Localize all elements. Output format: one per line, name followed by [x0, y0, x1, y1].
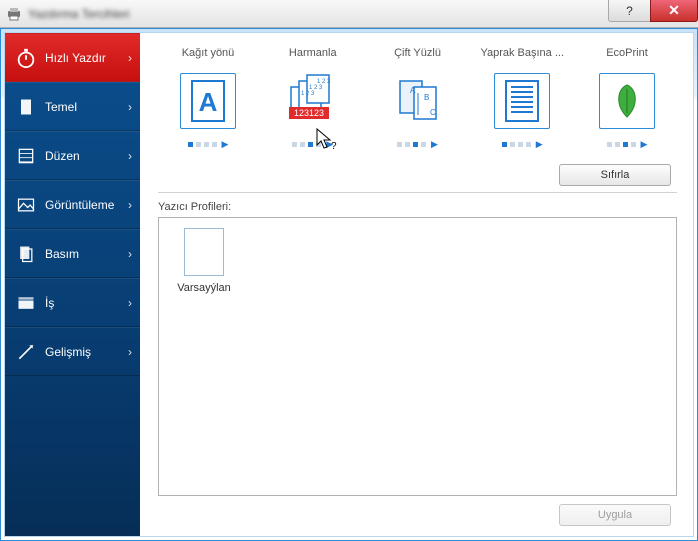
option-label: EcoPrint: [606, 47, 648, 65]
profile-item-default[interactable]: Varsayýlan: [169, 228, 239, 294]
reset-button[interactable]: Sıfırla: [559, 164, 671, 186]
divider: [158, 192, 677, 193]
option-dots: ▶: [397, 139, 438, 150]
option-label: Yaprak Başına ...: [480, 47, 564, 65]
svg-text:B: B: [424, 93, 429, 102]
sidebar-item-basic[interactable]: Temel ›: [5, 82, 140, 131]
svg-text:1 2 3: 1 2 3: [301, 91, 315, 97]
sidebar-item-printing[interactable]: Basım ›: [5, 229, 140, 278]
close-button[interactable]: ✕: [650, 0, 698, 22]
orientation-icon: A: [180, 73, 236, 129]
sidebar-item-job[interactable]: İş ›: [5, 278, 140, 327]
advanced-icon: [15, 341, 37, 363]
titlebar: Yazdırma Tercihleri ? ✕: [0, 0, 698, 28]
sidebar-item-label: Düzen: [45, 149, 128, 163]
sidebar-item-imaging[interactable]: Görüntüleme ›: [5, 180, 140, 229]
window-frame: Hızlı Yazdır › Temel › Düzen ›: [0, 28, 698, 541]
option-ecoprint[interactable]: EcoPrint ▶: [581, 47, 673, 150]
option-orientation[interactable]: Kağıt yönü A ▶: [162, 47, 254, 150]
sidebar-item-label: Basım: [45, 247, 128, 261]
sidebar-item-label: Gelişmiş: [45, 345, 128, 359]
sidebar: Hızlı Yazdır › Temel › Düzen ›: [5, 33, 140, 536]
window-inner: Hızlı Yazdır › Temel › Düzen ›: [4, 32, 694, 537]
option-label: Çift Yüzlü: [394, 47, 441, 65]
apply-row: Uygula: [158, 504, 677, 526]
profiles-label: Yazıcı Profileri:: [158, 201, 677, 213]
option-label: Kağıt yönü: [182, 47, 235, 65]
option-duplex[interactable]: Çift Yüzlü A B C ▶: [372, 47, 464, 150]
option-dots: ▶: [188, 139, 229, 150]
option-pages-per-sheet[interactable]: Yaprak Başına ... ▶: [476, 47, 568, 150]
sidebar-item-label: İş: [45, 296, 128, 310]
sidebar-item-label: Görüntüleme: [45, 198, 128, 212]
reset-row: Sıfırla: [158, 164, 677, 186]
printer-icon: [6, 6, 22, 22]
chevron-right-icon: ›: [128, 198, 132, 212]
job-icon: [15, 292, 37, 314]
chevron-right-icon: ›: [128, 51, 132, 65]
profile-name: Varsayýlan: [177, 282, 231, 294]
sidebar-item-quick-print[interactable]: Hızlı Yazdır ›: [5, 33, 140, 82]
collate-icon: 1 2 3 1 2 3 1 2 3 123123: [285, 73, 341, 129]
chevron-right-icon: ›: [128, 345, 132, 359]
image-icon: [15, 194, 37, 216]
content-area: Kağıt yönü A ▶ Harmanla: [140, 33, 693, 536]
svg-text:A: A: [410, 86, 416, 95]
help-button[interactable]: ?: [608, 0, 650, 22]
quick-options-row: Kağıt yönü A ▶ Harmanla: [158, 47, 677, 150]
duplex-icon: A B C: [390, 73, 446, 129]
chevron-right-icon: ›: [128, 247, 132, 261]
option-label: Harmanla: [289, 47, 337, 65]
option-dots: ▶: [502, 139, 543, 150]
chevron-right-icon: ›: [128, 149, 132, 163]
sidebar-item-label: Temel: [45, 100, 128, 114]
option-dots: ▶: [292, 139, 333, 150]
svg-text:A: A: [199, 87, 218, 117]
svg-text:C: C: [430, 108, 436, 117]
layout-icon: [15, 145, 37, 167]
option-collate[interactable]: Harmanla 1 2 3 1 2 3 1 2 3: [267, 47, 359, 150]
chevron-right-icon: ›: [128, 296, 132, 310]
profiles-box[interactable]: Varsayýlan: [158, 217, 677, 496]
svg-text:123123: 123123: [294, 108, 324, 118]
window-title: Yazdırma Tercihleri: [28, 7, 130, 21]
profile-thumb-icon: [184, 228, 224, 276]
chevron-right-icon: ›: [128, 100, 132, 114]
sidebar-item-layout[interactable]: Düzen ›: [5, 131, 140, 180]
eco-icon: [599, 73, 655, 129]
pages-per-sheet-icon: [494, 73, 550, 129]
stopwatch-icon: [15, 47, 37, 69]
apply-button[interactable]: Uygula: [559, 504, 671, 526]
pages-icon: [15, 243, 37, 265]
option-dots: ▶: [607, 139, 648, 150]
document-icon: [15, 96, 37, 118]
sidebar-item-advanced[interactable]: Gelişmiş ›: [5, 327, 140, 376]
sidebar-item-label: Hızlı Yazdır: [45, 51, 128, 65]
window-controls: ? ✕: [608, 0, 698, 22]
